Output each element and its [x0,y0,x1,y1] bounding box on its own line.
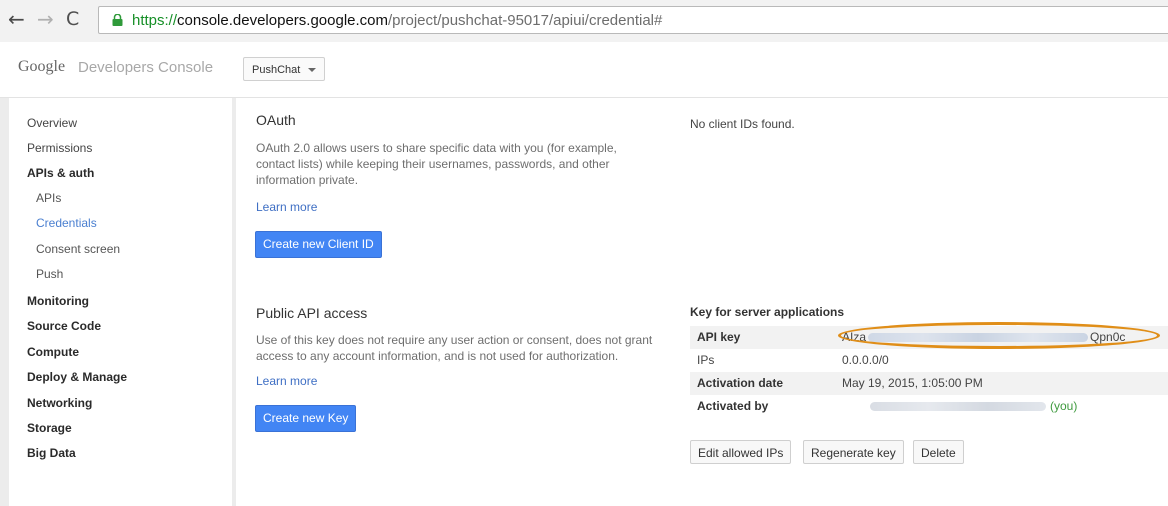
console-title: Developers Console [78,59,214,76]
activated-by-redacted [870,402,1046,412]
oauth-title: OAuth [256,112,296,128]
sidebar-item-permissions[interactable]: Permissions [27,140,92,156]
sidebar-item-push[interactable]: Push [36,266,63,282]
sidebar-item-storage[interactable]: Storage [27,420,72,436]
sidebar-item-consent-screen[interactable]: Consent screen [36,241,120,257]
ips-value: 0.0.0.0/0 [842,353,889,367]
public-api-description-line: access to any account information, and i… [256,349,619,363]
activated-by-value: (you) [870,399,1077,413]
sidebar-item-source-code[interactable]: Source Code [27,318,101,334]
sidebar-item-overview[interactable]: Overview [27,115,77,131]
sidebar-nav: Overview Permissions APIs & auth APIs Cr… [9,98,232,506]
api-key-row: API key AIza Qpn0c [690,322,1168,349]
you-indicator: (you) [1050,399,1078,413]
chevron-down-icon [308,68,317,72]
regenerate-key-button[interactable]: Regenerate key [803,440,904,464]
api-key-label: API key [697,330,741,344]
ips-row: IPs 0.0.0.0/0 [690,349,1168,372]
oauth-learn-more-link[interactable]: Learn more [256,200,317,214]
public-api-description-line: Use of this key does not require any use… [256,333,653,347]
google-logo[interactable]: Google [18,58,65,76]
project-selector[interactable]: PushChat [243,57,326,81]
lock-icon [112,14,123,26]
url-scheme: https:// [132,12,178,29]
url-path: /project/pushchat-95017/apiui/credential… [388,12,663,29]
project-name: PushChat [252,64,301,76]
oauth-description: OAuth 2.0 allows users to share specific… [256,140,617,188]
activation-date-label: Activation date [697,376,784,390]
sidebar-item-big-data[interactable]: Big Data [27,445,76,461]
activated-by-row: Activated by (you) [690,395,1168,418]
reload-icon[interactable]: C [66,9,79,29]
delete-key-button[interactable]: Delete [913,440,964,464]
sidebar-item-compute[interactable]: Compute [27,344,79,360]
create-client-id-button[interactable]: Create new Client ID [255,231,382,258]
sidebar-item-credentials[interactable]: Credentials [36,215,97,231]
ips-label: IPs [697,353,715,367]
oauth-description-line: OAuth 2.0 allows users to share specific… [256,141,617,155]
sidebar-item-deploy-manage[interactable]: Deploy & Manage [27,369,127,385]
activation-date-value: May 19, 2015, 1:05:00 PM [842,376,983,390]
arrow-left-icon[interactable]: ← [8,9,25,29]
server-key-title: Key for server applications [690,305,845,319]
oauth-description-line: information private. [256,173,359,187]
console-header: Google Developers Console PushChat [0,42,1168,98]
sidebar-item-apis[interactable]: APIs [36,190,61,206]
browser-toolbar: ← → C https://console.developers.google.… [0,0,1168,43]
sidebar-item-apis-auth[interactable]: APIs & auth [27,165,94,181]
address-bar[interactable]: https://console.developers.google.com/pr… [98,6,1168,34]
url-text: https://console.developers.google.com/pr… [132,11,662,30]
activated-by-label: Activated by [697,399,769,413]
sidebar-item-monitoring[interactable]: Monitoring [27,293,89,309]
create-new-key-button[interactable]: Create new Key [255,405,357,432]
url-host: console.developers.google.com [177,12,388,29]
arrow-right-icon[interactable]: → [37,9,54,29]
no-client-ids-text: No client IDs found. [690,117,795,131]
public-api-description: Use of this key does not require any use… [256,332,652,364]
public-api-learn-more-link[interactable]: Learn more [256,374,317,388]
oauth-description-line: contact lists) while keeping their usern… [256,157,610,171]
credentials-content: OAuth OAuth 2.0 allows users to share sp… [236,98,1168,506]
edit-allowed-ips-button[interactable]: Edit allowed IPs [690,440,792,464]
sidebar-item-networking[interactable]: Networking [27,395,92,411]
public-api-title: Public API access [256,305,368,321]
api-key-highlight-annotation [838,322,1160,349]
activation-date-row: Activation date May 19, 2015, 1:05:00 PM [690,372,1168,395]
